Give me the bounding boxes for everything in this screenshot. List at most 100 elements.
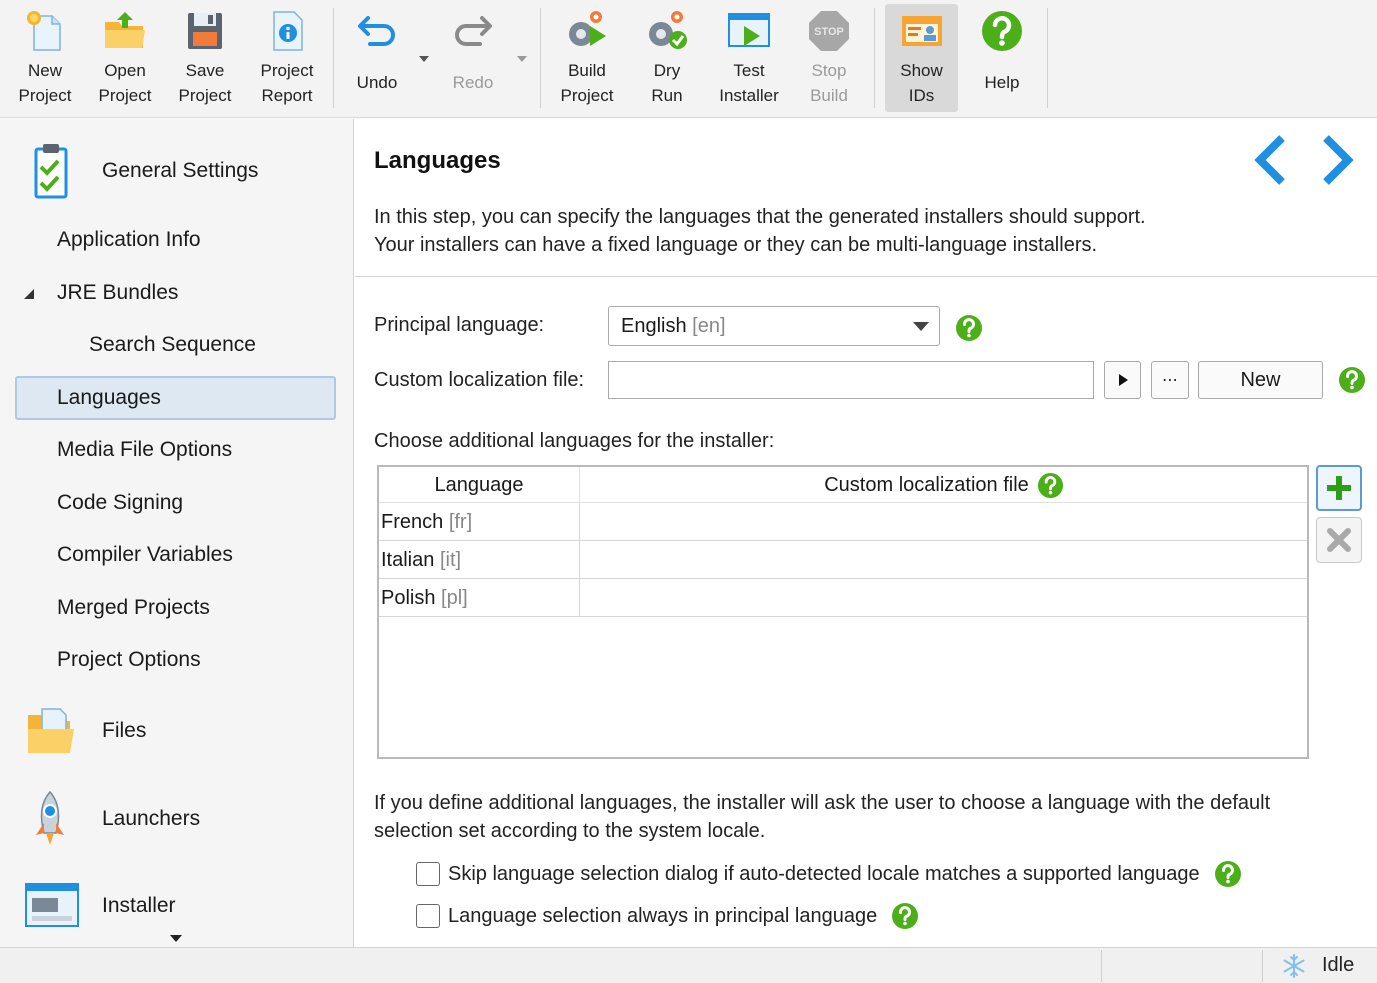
forward-arrow-icon[interactable] <box>1320 133 1356 187</box>
sidebar-item-languages[interactable]: Languages <box>57 386 161 410</box>
new-project-button[interactable]: New Project <box>8 4 82 112</box>
sidebar-item-code-signing[interactable]: Code Signing <box>57 491 183 515</box>
note-line-2: selection set according to the system lo… <box>374 820 766 842</box>
back-arrow-icon[interactable] <box>1252 133 1288 187</box>
help-icon[interactable] <box>1037 472 1064 499</box>
help-button[interactable]: Help <box>967 4 1037 112</box>
sidebar-category-installer[interactable]: Installer <box>20 876 176 936</box>
expanded-triangle-icon[interactable] <box>22 287 36 301</box>
principal-language-checkbox[interactable] <box>416 904 440 928</box>
skip-selection-checkbox-row[interactable]: Skip language selection dialog if auto-d… <box>416 860 1242 888</box>
clipboard-check-icon <box>34 144 68 199</box>
help-icon[interactable] <box>1214 860 1242 888</box>
redo-arrow-icon <box>455 16 492 46</box>
sidebar-category-general-settings[interactable]: General Settings <box>20 141 258 201</box>
help-icon[interactable] <box>955 314 983 342</box>
language-code: [pl] <box>441 587 468 609</box>
dry-run-label: Dry Run <box>651 61 683 105</box>
status-separator <box>1262 950 1263 982</box>
redo-button[interactable]: Redo <box>440 4 506 112</box>
show-ids-toggle[interactable]: Show IDs <box>885 4 958 112</box>
table-row[interactable]: Italian [it] <box>379 541 1307 579</box>
files-label: Files <box>102 719 147 742</box>
column-header-custom-file[interactable]: Custom localization file <box>581 467 1307 503</box>
undo-dropdown-icon[interactable] <box>419 56 429 62</box>
column-header-language[interactable]: Language <box>379 467 580 503</box>
principal-language-label: Principal language: <box>374 314 545 336</box>
installer-window-icon <box>25 883 79 927</box>
principal-language-checkbox-label[interactable]: Language selection always in principal l… <box>448 905 877 928</box>
additional-languages-note: If you define additional languages, the … <box>374 789 1354 845</box>
language-code: [it] <box>439 549 462 571</box>
sidebar-item-search-sequence[interactable]: Search Sequence <box>89 333 256 357</box>
additional-languages-label: Choose additional languages for the inst… <box>374 430 775 452</box>
principal-language-select[interactable]: English [en] <box>608 306 940 346</box>
add-language-button[interactable] <box>1316 465 1362 511</box>
sidebar-item-merged-projects[interactable]: Merged Projects <box>57 596 210 620</box>
new-file-button[interactable]: New <box>1198 361 1323 399</box>
delete-x-icon <box>1327 528 1351 552</box>
toolbar-separator <box>1047 8 1048 108</box>
save-project-button[interactable]: Save Project <box>168 4 242 112</box>
custom-localization-input[interactable] <box>608 361 1094 399</box>
sidebar-category-launchers[interactable]: Launchers <box>20 789 200 849</box>
description-line-2: Your installers can have a fixed languag… <box>374 234 1098 256</box>
open-project-button[interactable]: Open Project <box>88 4 162 112</box>
plus-icon <box>1327 476 1351 500</box>
skip-selection-checkbox[interactable] <box>416 862 440 886</box>
language-cell[interactable]: French [fr] <box>381 503 580 541</box>
remove-language-button[interactable] <box>1316 517 1362 563</box>
main-panel: Languages In this step, you can specify … <box>355 119 1377 947</box>
header-divider <box>355 276 1377 277</box>
build-project-label: Build Project <box>560 61 614 105</box>
stop-sign-text: STOP <box>814 26 844 38</box>
help-icon[interactable] <box>891 902 919 930</box>
principal-language-code: [en] <box>692 315 726 337</box>
help-question-icon <box>982 11 1022 51</box>
principal-language-checkbox-row[interactable]: Language selection always in principal l… <box>416 902 919 930</box>
sidebar-scroll-down-icon[interactable] <box>170 935 182 942</box>
undo-button[interactable]: Undo <box>344 4 410 112</box>
sidebar-item-compiler-variables[interactable]: Compiler Variables <box>57 543 233 567</box>
redo-dropdown-icon[interactable] <box>517 56 527 62</box>
launchers-label: Launchers <box>102 807 201 830</box>
project-report-label: Project Report <box>260 61 314 105</box>
language-cell[interactable]: Italian [it] <box>381 541 580 579</box>
table-row[interactable]: Polish [pl] <box>379 579 1307 617</box>
play-triangle-icon <box>1118 374 1128 386</box>
new-project-icon <box>27 11 61 51</box>
sidebar-item-media-file-options[interactable]: Media File Options <box>57 438 232 462</box>
undo-label: Undo <box>356 73 398 92</box>
note-line-1: If you define additional languages, the … <box>374 792 1271 814</box>
page-title: Languages <box>374 147 501 174</box>
toolbar-separator <box>540 8 541 108</box>
build-project-button[interactable]: Build Project <box>550 4 624 112</box>
skip-selection-label[interactable]: Skip language selection dialog if auto-d… <box>448 863 1200 886</box>
stop-build-button[interactable]: STOP Stop Build <box>794 4 864 112</box>
toolbar-separator <box>874 8 875 108</box>
help-label: Help <box>984 73 1020 92</box>
build-gear-play-icon <box>569 11 606 46</box>
open-project-label: Open Project <box>98 61 152 105</box>
installer-label: Installer <box>102 894 176 917</box>
rocket-icon <box>36 790 64 845</box>
help-icon[interactable] <box>1338 366 1366 394</box>
dry-run-button[interactable]: Dry Run <box>630 4 704 112</box>
test-installer-button[interactable]: Test Installer <box>710 4 788 112</box>
table-row[interactable]: French [fr] <box>379 503 1307 541</box>
table-header: Language Custom localization file <box>379 467 1307 503</box>
sidebar-item-project-options[interactable]: Project Options <box>57 648 201 672</box>
language-cell[interactable]: Polish [pl] <box>381 579 580 617</box>
sidebar-item-jre-bundles[interactable]: JRE Bundles <box>57 281 178 305</box>
sidebar-category-files[interactable]: Files <box>20 701 146 761</box>
language-name: Italian <box>381 549 435 571</box>
language-code: [fr] <box>448 511 473 533</box>
sidebar-item-application-info[interactable]: Application Info <box>57 228 201 252</box>
open-file-button[interactable] <box>1104 361 1141 399</box>
redo-label: Redo <box>452 73 494 92</box>
description-line-1: In this step, you can specify the langua… <box>374 206 1146 228</box>
browse-button[interactable]: ⋯ <box>1151 361 1189 399</box>
project-report-button[interactable]: Project Report <box>248 4 326 112</box>
new-project-label: New Project <box>18 61 72 105</box>
save-disk-icon <box>188 13 222 49</box>
